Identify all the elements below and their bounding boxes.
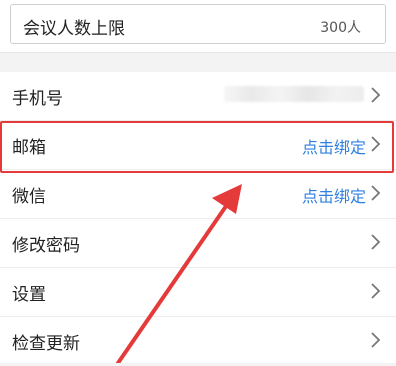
settings-list: 手机号 邮箱 点击绑定 微信 点击绑定 修改密码 设置 检查更新 xyxy=(0,72,396,363)
settings-row-email[interactable]: 邮箱 点击绑定 xyxy=(0,121,396,170)
settings-row-change-password[interactable]: 修改密码 xyxy=(0,219,396,268)
settings-row-check-update[interactable]: 检查更新 xyxy=(0,317,396,366)
phone-label: 手机号 xyxy=(12,89,63,109)
chevron-right-icon xyxy=(371,87,381,103)
chevron-right-icon xyxy=(371,185,381,201)
settings-row-settings[interactable]: 设置 xyxy=(0,268,396,317)
meeting-limit-label: 会议人数上限 xyxy=(23,19,125,39)
email-bind-link[interactable]: 点击绑定 xyxy=(302,134,366,158)
meeting-limit-value: 300人 xyxy=(320,20,361,36)
check-update-label: 检查更新 xyxy=(12,334,80,354)
meeting-limit-section: 会议人数上限 300人 xyxy=(0,0,396,53)
settings-row-phone[interactable]: 手机号 xyxy=(0,72,396,121)
settings-label: 设置 xyxy=(12,285,46,305)
phone-value-redacted xyxy=(224,86,364,102)
change-password-label: 修改密码 xyxy=(12,236,80,256)
chevron-right-icon xyxy=(371,136,381,152)
settings-row-wechat[interactable]: 微信 点击绑定 xyxy=(0,170,396,219)
wechat-label: 微信 xyxy=(12,187,46,207)
wechat-bind-link[interactable]: 点击绑定 xyxy=(302,183,366,207)
email-label: 邮箱 xyxy=(12,138,46,158)
chevron-right-icon xyxy=(371,332,381,348)
chevron-right-icon xyxy=(371,234,381,250)
meeting-limit-field[interactable]: 会议人数上限 300人 xyxy=(10,4,386,44)
chevron-right-icon xyxy=(371,283,381,299)
